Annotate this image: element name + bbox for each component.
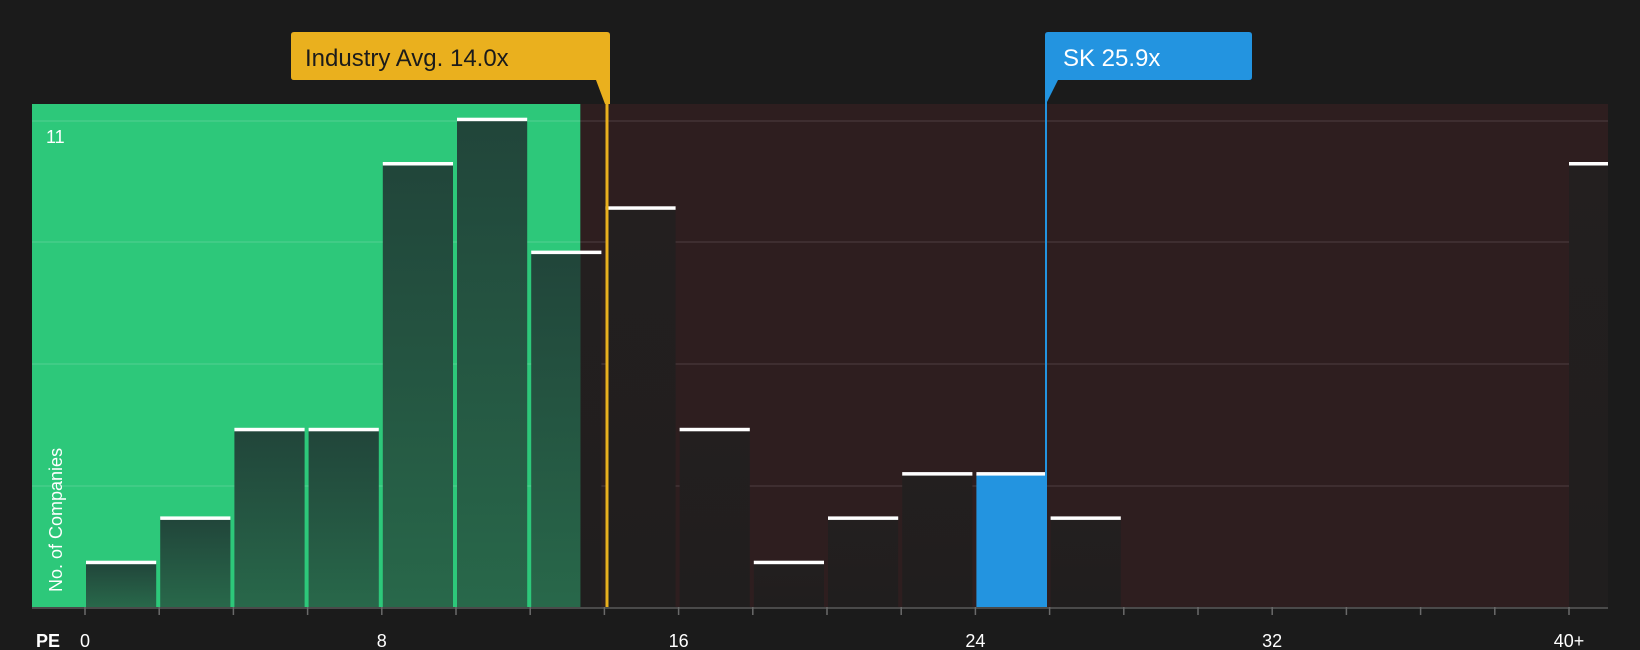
histogram-bar-cap [976,472,1047,476]
histogram-bar-cap [828,516,899,520]
histogram-bar [679,429,750,607]
histogram-bar-cap [1569,162,1608,166]
x-tick-label: 24 [965,631,985,650]
histogram-bar [160,518,231,607]
histogram-bar [753,562,824,607]
x-tick-label: 32 [1262,631,1282,650]
histogram-bar-company [976,474,1047,607]
histogram-bar [234,429,305,607]
histogram-bar-cap [679,427,750,432]
histogram-bar [457,119,528,607]
histogram-bar [531,252,581,607]
x-tick-label: 8 [377,631,387,650]
y-axis-top-tick: 11 [46,127,65,147]
histogram-bar [382,164,453,607]
histogram-bar-cap [531,250,602,255]
histogram-bar-cap [382,162,453,166]
industry-callout-label: Industry Avg. 14.0x [305,45,509,72]
histogram-bar [828,518,899,607]
x-tick-label: 16 [669,631,689,650]
histogram-bar [1569,164,1608,607]
histogram-bar-cap [902,472,973,476]
pe-distribution-chart: Industry Avg. 14.0x SK 25.9x 11 No. of C… [0,0,1640,650]
histogram-bar [902,474,973,607]
histogram-bar-cap [1050,516,1121,520]
y-axis-label: No. of Companies [46,448,66,592]
histogram-bar [86,562,157,607]
histogram-bar-cap [86,560,157,565]
x-tick-label: 40+ [1554,631,1585,650]
histogram-bar-segment [580,252,602,607]
histogram-bar [308,429,379,607]
histogram-bar-cap [234,427,305,432]
histogram-bar-cap [753,560,824,565]
histogram-bar-cap [160,516,231,520]
histogram-bar [605,208,676,608]
histogram-bar [1050,518,1121,607]
histogram-bar-cap [605,206,676,210]
histogram-bar-cap [457,117,528,122]
x-axis-label: PE [36,631,60,650]
company-callout-label: SK 25.9x [1063,45,1160,72]
histogram-bar-cap [308,427,379,432]
x-tick-label: 0 [80,631,90,650]
